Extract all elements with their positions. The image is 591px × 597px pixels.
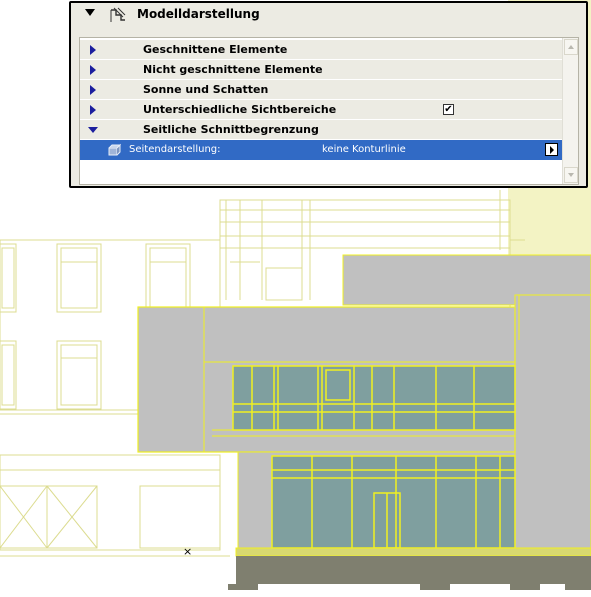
setting-label: Seitendarstellung: bbox=[129, 144, 221, 155]
section-label: Seitliche Schnittbegrenzung bbox=[143, 123, 319, 136]
section-label: Sonne und Schatten bbox=[143, 83, 269, 96]
lower-glazing bbox=[271, 455, 516, 549]
selected-setting-row[interactable]: Seitendarstellung: keine Konturlinie bbox=[80, 140, 562, 160]
tree-rows: Geschnittene Elemente Nicht geschnittene… bbox=[80, 38, 562, 184]
setting-value[interactable]: keine Konturlinie bbox=[322, 144, 406, 155]
scroll-up-arrow-icon[interactable] bbox=[564, 39, 578, 55]
cursor-mark: × bbox=[183, 545, 192, 558]
collapse-arrow-icon[interactable] bbox=[88, 127, 98, 133]
ground-plinth bbox=[228, 547, 591, 590]
section-row-view-ranges[interactable]: Unterschiedliche Sichtbereiche ✔ bbox=[80, 100, 562, 120]
section-label: Geschnittene Elemente bbox=[143, 43, 288, 56]
model-display-panel: Modelldarstellung Geschnittene Elemente … bbox=[69, 1, 588, 188]
section-row-cut-elements[interactable]: Geschnittene Elemente bbox=[80, 40, 562, 60]
panel-title: Modelldarstellung bbox=[137, 7, 260, 21]
expand-arrow-icon[interactable] bbox=[90, 45, 96, 55]
section-row-side-cut-limit[interactable]: Seitliche Schnittbegrenzung bbox=[80, 120, 562, 140]
expand-arrow-icon[interactable] bbox=[90, 85, 96, 95]
expand-arrow-icon[interactable] bbox=[90, 105, 96, 115]
side-display-icon bbox=[108, 143, 121, 156]
section-label: Nicht geschnittene Elemente bbox=[143, 63, 323, 76]
vertical-scrollbar[interactable] bbox=[562, 38, 578, 184]
model-display-icon bbox=[110, 7, 126, 22]
upper-glazing bbox=[232, 365, 516, 431]
popup-arrow-button[interactable] bbox=[545, 143, 558, 156]
collapse-triangle-icon[interactable] bbox=[85, 9, 95, 16]
panel-header[interactable]: Modelldarstellung bbox=[71, 3, 586, 29]
section-row-sun-shadow[interactable]: Sonne und Schatten bbox=[80, 80, 562, 100]
shaded-area bbox=[508, 190, 591, 250]
view-ranges-checkbox[interactable]: ✔ bbox=[443, 104, 454, 115]
scroll-down-arrow-icon[interactable] bbox=[564, 167, 578, 183]
expand-arrow-icon[interactable] bbox=[90, 65, 96, 75]
settings-tree-list: Geschnittene Elemente Nicht geschnittene… bbox=[79, 37, 579, 185]
section-label: Unterschiedliche Sichtbereiche bbox=[143, 103, 337, 116]
section-row-uncut-elements[interactable]: Nicht geschnittene Elemente bbox=[80, 60, 562, 80]
